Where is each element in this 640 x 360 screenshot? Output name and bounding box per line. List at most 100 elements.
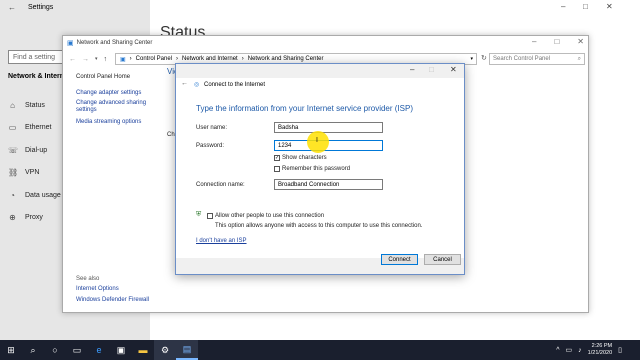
allow-others-description: This option allows anyone with access to… [215, 223, 423, 229]
remember-password-label: Remember this password [282, 166, 351, 172]
system-tray: ^ ▭ ♪ 2:26 PM 1/21/2020 ▯ [556, 340, 622, 360]
sidebar-item-label: Proxy [25, 214, 43, 221]
close-icon[interactable]: ✕ [577, 37, 584, 46]
windows-start-icon[interactable]: ⊞ [0, 340, 22, 360]
connect-button[interactable]: Connect [381, 254, 418, 265]
sidebar-item-label: VPN [25, 169, 40, 176]
cursor-highlight [307, 131, 329, 153]
password-label: Password: [196, 143, 225, 149]
allow-others-label: Allow other people to use this connectio… [215, 213, 325, 219]
sidebar-item-ethernet[interactable]: ▭ Ethernet [8, 121, 52, 135]
sidebar-item-dial-up[interactable]: ☏ Dial-up [8, 143, 47, 157]
nsc-title: Network and Sharing Center [76, 40, 153, 46]
search-placeholder: Search Control Panel [493, 56, 551, 62]
nsc-window-controls: – □ ✕ [532, 37, 584, 46]
search-input[interactable]: Search Control Panel ⌕ [489, 53, 585, 65]
volume-icon[interactable]: ♪ [578, 347, 582, 354]
dialog-body: ← ◎ Connect to the Internet Type the inf… [176, 78, 464, 262]
taskbar: ⊞ ⌕ ○ ▭ e ▣ ▬ ⚙ ▤ [0, 340, 640, 360]
store-icon[interactable]: ▣ [110, 340, 132, 360]
notification-icon[interactable]: ▯ [618, 346, 622, 354]
no-isp-link[interactable]: I don't have an ISP [196, 238, 247, 244]
settings-title: Settings [28, 4, 54, 11]
sidebar-item-label: Status [25, 101, 45, 109]
allow-others-checkbox[interactable] [207, 213, 213, 219]
sidebar-item-label: Dial-up [25, 146, 48, 154]
shield-icon: ⛨ [196, 211, 202, 218]
home-icon: ⌂ [10, 100, 15, 110]
connection-name-label: Connection name: [196, 182, 245, 188]
search-placeholder: Find a setting [13, 53, 56, 61]
control-panel-icon: ▣ [120, 56, 126, 63]
back-arrow-icon[interactable]: ← [69, 56, 76, 63]
change-sharing-link[interactable]: Change advanced sharing settings [76, 100, 156, 114]
show-characters-label: Show characters [282, 155, 327, 161]
sidebar-item-status[interactable]: ⌂ Status [8, 98, 45, 112]
minimize-icon[interactable]: – [532, 37, 536, 46]
forward-arrow-icon[interactable]: → [82, 56, 89, 63]
control-panel-home-link[interactable]: Control Panel Home [76, 74, 130, 80]
sidebar-item-label: Data usage [25, 191, 61, 199]
settings-gear-icon[interactable]: ⚙ [154, 340, 176, 360]
text-cursor-icon: I [316, 137, 318, 144]
sidebar-item-data-usage[interactable]: ◔ Data usage [8, 188, 61, 202]
globe-icon: ⊕ [9, 213, 16, 222]
chevron-up-icon[interactable]: ^ [556, 347, 559, 354]
clock[interactable]: 2:26 PM 1/21/2020 [588, 343, 612, 357]
clock-time: 2:26 PM [591, 343, 613, 349]
chevron-down-icon[interactable]: ▾ [95, 56, 98, 62]
internet-options-link[interactable]: Internet Options [76, 286, 119, 292]
username-field[interactable]: Badsha [274, 122, 383, 133]
chevron-right-icon: › [129, 56, 132, 62]
breadcrumb-item[interactable]: Network and Internet [182, 56, 238, 62]
cancel-button[interactable]: Cancel [424, 254, 461, 265]
breadcrumb-item[interactable]: Control Panel [136, 56, 172, 62]
chevron-right-icon: › [241, 56, 244, 62]
back-arrow-icon[interactable]: ← [8, 3, 16, 12]
search-icon: ⌕ [577, 55, 581, 62]
data-usage-icon: ◔ [10, 190, 15, 200]
ethernet-icon: ▭ [8, 123, 17, 132]
up-arrow-icon[interactable]: ↑ [104, 56, 108, 63]
search-icon[interactable]: ⌕ [22, 340, 44, 360]
sidebar-item-label: Ethernet [25, 124, 52, 131]
cortana-icon[interactable]: ○ [44, 340, 66, 360]
nsc-titlebar: ▣ Network and Sharing Center [63, 36, 588, 50]
maximize-icon[interactable]: □ [554, 37, 559, 46]
clock-date: 1/21/2020 [587, 350, 613, 356]
sidebar-item-proxy[interactable]: ⊕ Proxy [8, 211, 43, 225]
close-icon[interactable]: ✕ [450, 65, 457, 74]
sidebar-item-vpn[interactable]: ⛓ VPN [8, 166, 39, 180]
dialog-heading: Type the information from your Internet … [196, 104, 413, 113]
close-icon[interactable]: ✕ [606, 2, 613, 11]
maximize-icon[interactable]: □ [583, 2, 588, 11]
minimize-icon[interactable]: – [410, 65, 414, 74]
refresh-icon[interactable]: ↻ [481, 54, 487, 62]
file-explorer-icon[interactable]: ▬ [132, 340, 154, 360]
network-tray-icon[interactable]: ▭ [566, 346, 573, 354]
control-panel-icon[interactable]: ▤ [176, 340, 198, 360]
settings-titlebar: ← Settings – □ ✕ [0, 0, 640, 16]
back-arrow-icon[interactable]: ← [181, 80, 188, 87]
dialog-footer: Connect Cancel [176, 254, 464, 274]
connection-name-field[interactable]: Broadband Connection [274, 179, 383, 190]
media-streaming-link[interactable]: Media streaming options [76, 119, 141, 125]
edge-icon[interactable]: e [88, 340, 110, 360]
dialup-icon: ☏ [8, 145, 19, 155]
breadcrumb-item[interactable]: Network and Sharing Center [248, 56, 324, 62]
network-icon: ▣ [67, 40, 74, 47]
change-adapter-link[interactable]: Change adapter settings [76, 90, 141, 96]
see-also-heading: See also [76, 276, 100, 282]
maximize-icon: □ [429, 65, 434, 74]
network-icon: ◎ [194, 82, 200, 88]
section-heading: Network & Internet [8, 73, 62, 80]
vpn-icon: ⛓ [8, 168, 19, 177]
show-characters-checkbox[interactable]: ✓ [274, 155, 280, 161]
minimize-icon[interactable]: – [561, 2, 565, 11]
remember-password-checkbox[interactable] [274, 166, 280, 172]
firewall-link[interactable]: Windows Defender Firewall [76, 297, 149, 303]
task-view-icon[interactable]: ▭ [66, 340, 88, 360]
dialog-title: Connect to the Internet [204, 82, 266, 88]
chevron-down-icon[interactable]: ▾ [470, 56, 476, 62]
chevron-right-icon: › [176, 56, 179, 62]
